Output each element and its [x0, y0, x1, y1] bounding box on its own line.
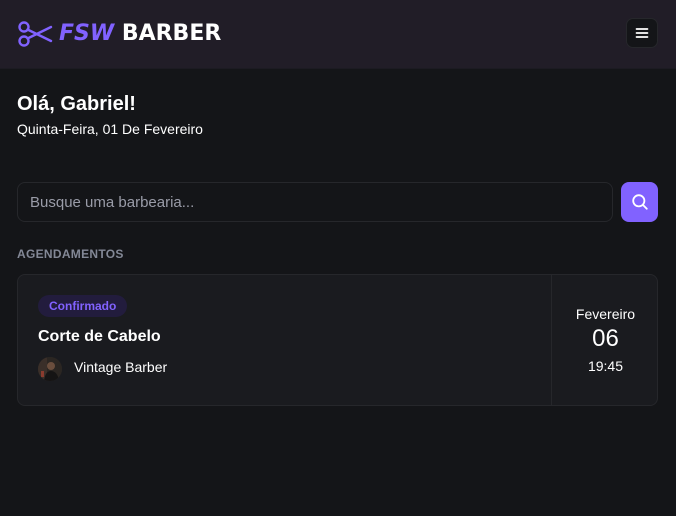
avatar	[38, 357, 62, 381]
status-badge: Confirmado	[38, 295, 128, 317]
menu-icon	[635, 28, 649, 38]
logo[interactable]: FSW BARBER	[17, 19, 221, 49]
current-date: Quinta-Feira, 01 De Fevereiro	[17, 121, 203, 137]
logo-text-accent: FSW	[59, 21, 115, 46]
barbershop-name: Vintage Barber	[74, 359, 168, 375]
scissors-icon	[18, 21, 53, 47]
barbershop-avatar-image	[38, 357, 62, 381]
booking-time: 19:45	[587, 358, 624, 374]
logo-text-main: BARBER	[121, 21, 222, 46]
booking-month: Fevereiro	[575, 306, 636, 322]
bookings-section-title: AGENDAMENTOS	[17, 247, 124, 261]
greeting: Olá, Gabriel!	[17, 93, 136, 115]
service-name: Corte de Cabelo	[38, 328, 161, 345]
booking-date: Fevereiro 06 19:45	[551, 275, 658, 405]
search-icon	[631, 194, 648, 210]
app-header: FSW BARBER	[0, 0, 676, 69]
logo-text: FSW BARBER	[59, 19, 221, 49]
search-button[interactable]	[621, 182, 658, 222]
search-input[interactable]	[17, 182, 613, 222]
menu-button[interactable]	[626, 18, 658, 48]
booking-card[interactable]: Confirmado Corte de Cabelo Vintage Barbe…	[17, 274, 658, 406]
booking-day: 06	[592, 325, 619, 352]
